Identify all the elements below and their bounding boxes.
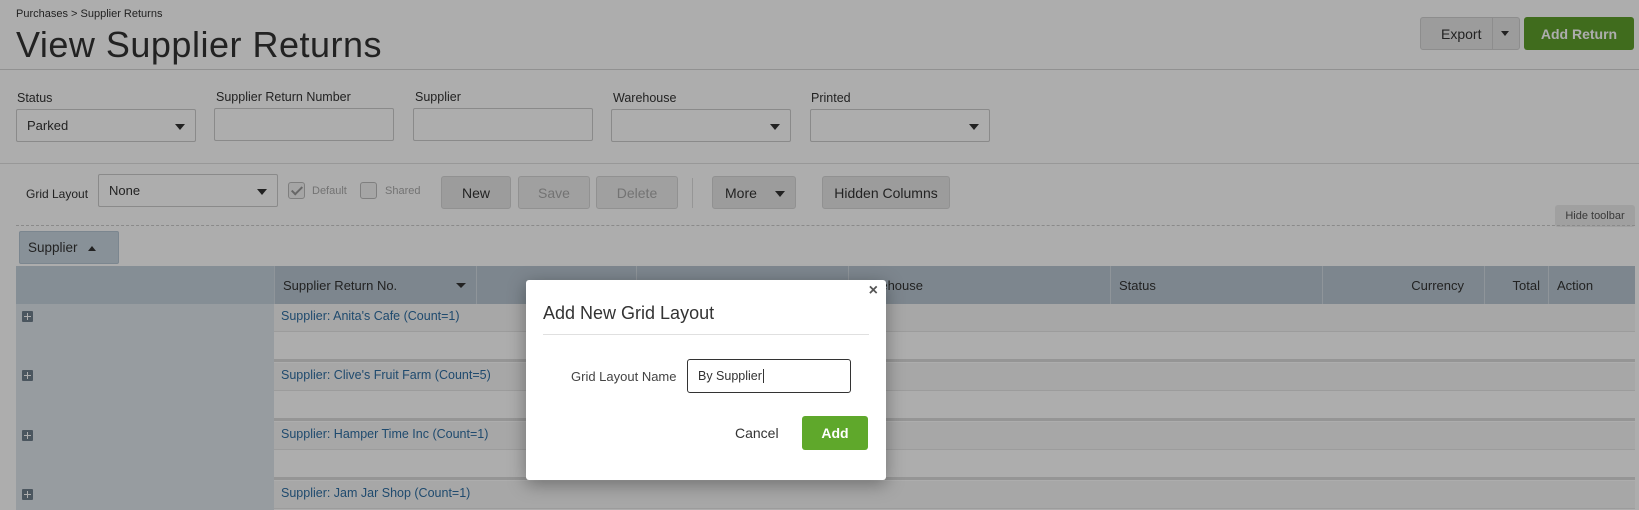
text-cursor — [762, 369, 764, 383]
dialog-divider — [543, 334, 869, 335]
cancel-button[interactable]: Cancel — [735, 425, 779, 441]
close-icon[interactable]: × — [869, 282, 878, 300]
grid-layout-name-value: By Supplier — [698, 369, 762, 383]
grid-layout-name-input[interactable]: By Supplier — [687, 359, 851, 393]
grid-layout-name-label: Grid Layout Name — [571, 369, 677, 384]
add-grid-layout-dialog: × Add New Grid Layout Grid Layout Name B… — [526, 280, 886, 480]
dialog-title: Add New Grid Layout — [543, 303, 715, 323]
add-button[interactable]: Add — [802, 416, 868, 450]
